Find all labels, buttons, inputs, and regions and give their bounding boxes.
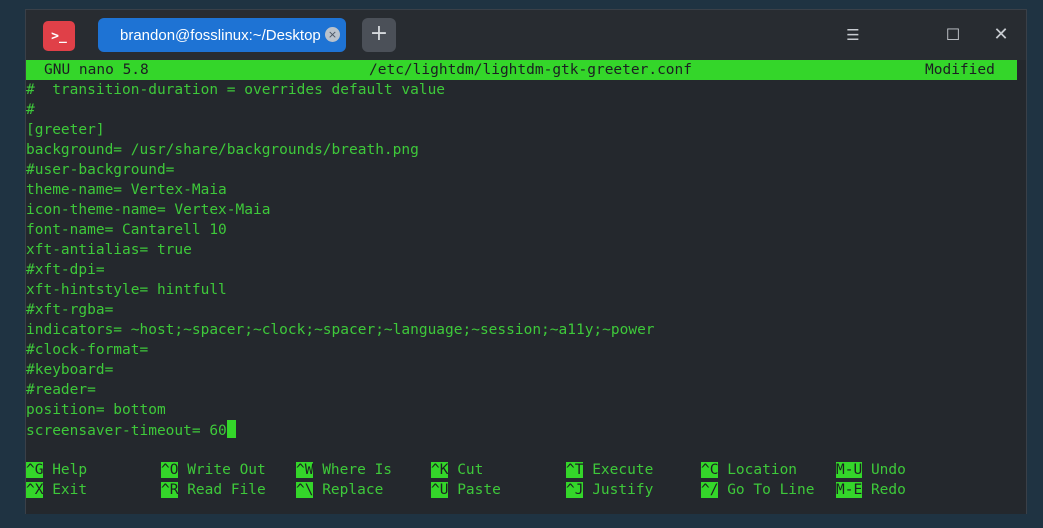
shortcut-label: Write Out	[187, 462, 266, 478]
shortcut-key: ^U	[431, 482, 449, 498]
terminal-app-icon[interactable]: >_	[43, 21, 75, 51]
shortcut-key: M-U	[836, 462, 863, 478]
shortcut-cut: ^K Cut	[431, 460, 483, 480]
shortcut-key: ^G	[26, 462, 44, 478]
shortcut-key: ^/	[701, 482, 719, 498]
tab-title: brandon@fosslinux:~/Desktop	[120, 26, 321, 44]
shortcut-key: ^W	[296, 462, 314, 478]
shortcut-label: Justify	[592, 482, 654, 498]
maximize-icon[interactable]: ☐	[941, 23, 965, 47]
editor-line[interactable]: #keyboard=	[26, 360, 113, 380]
shortcut-where-is: ^W Where Is	[296, 460, 392, 480]
editor-line[interactable]: # transition-duration = overrides defaul…	[26, 80, 445, 100]
shortcut-label: Redo	[870, 482, 906, 498]
editor-line[interactable]: font-name= Cantarell 10	[26, 220, 227, 240]
shortcut-key: ^C	[701, 462, 719, 478]
terminal-window: >_ brandon@fosslinux:~/Desktop × + ☰ ☐ ✕…	[25, 9, 1027, 514]
shortcut-key: ^X	[26, 482, 44, 498]
shortcut-key: ^J	[566, 482, 584, 498]
editor-line[interactable]: theme-name= Vertex-Maia	[26, 180, 227, 200]
shortcut-key: ^K	[431, 462, 449, 478]
editor-line[interactable]: #clock-format=	[26, 340, 148, 360]
shortcut-go-to-line: ^/ Go To Line	[701, 480, 815, 500]
shortcut-replace: ^\ Replace	[296, 480, 383, 500]
shortcut-location: ^C Location	[701, 460, 797, 480]
shortcut-key: ^T	[566, 462, 584, 478]
editor-line[interactable]: #	[26, 100, 35, 120]
editor-line-current[interactable]: screensaver-timeout= 60	[26, 420, 236, 440]
shortcut-label: Cut	[457, 462, 484, 478]
shortcut-key: ^\	[296, 482, 314, 498]
editor-line[interactable]: #xft-rgba=	[26, 300, 113, 320]
nano-filename: /etc/lightdm/lightdm-gtk-greeter.conf	[369, 62, 693, 78]
editor-line-text: screensaver-timeout= 60	[26, 423, 227, 439]
nano-status-bar: GNU nano 5.8 /etc/lightdm/lightdm-gtk-gr…	[26, 60, 1017, 80]
shortcut-label: Execute	[592, 462, 654, 478]
shortcut-read-file: ^R Read File	[161, 480, 266, 500]
shortcut-key: ^R	[161, 482, 179, 498]
text-cursor	[226, 420, 236, 438]
shortcut-label: Location	[727, 462, 798, 478]
shortcut-key: M-E	[836, 482, 863, 498]
editor-line[interactable]: xft-hintstyle= hintfull	[26, 280, 227, 300]
tab-close-icon[interactable]: ×	[325, 27, 340, 42]
shortcut-label: Help	[52, 462, 88, 478]
nano-version: GNU nano 5.8	[44, 62, 149, 78]
editor-line[interactable]: icon-theme-name= Vertex-Maia	[26, 200, 270, 220]
shortcut-key: ^O	[161, 462, 179, 478]
editor-line[interactable]: background= /usr/share/backgrounds/breat…	[26, 140, 419, 160]
editor-line[interactable]: #user-background=	[26, 160, 174, 180]
close-icon[interactable]: ✕	[989, 23, 1013, 47]
new-tab-button[interactable]: +	[362, 18, 396, 52]
editor-line[interactable]: xft-antialias= true	[26, 240, 192, 260]
shortcut-label: Paste	[457, 482, 501, 498]
shortcut-label: Go To Line	[727, 482, 815, 498]
shortcut-redo: M-E Redo	[836, 480, 906, 500]
shortcut-undo: M-U Undo	[836, 460, 906, 480]
shortcut-write-out: ^O Write Out	[161, 460, 266, 480]
terminal-body[interactable]: GNU nano 5.8 /etc/lightdm/lightdm-gtk-gr…	[26, 60, 1026, 514]
editor-line[interactable]: position= bottom	[26, 400, 166, 420]
shortcut-label: Where Is	[322, 462, 393, 478]
tab-desktop[interactable]: brandon@fosslinux:~/Desktop ×	[98, 18, 346, 52]
titlebar: >_ brandon@fosslinux:~/Desktop × + ☰ ☐ ✕	[26, 10, 1026, 60]
shortcut-help: ^G Help	[26, 460, 87, 480]
shortcut-justify: ^J Justify	[566, 480, 653, 500]
shortcut-label: Read File	[187, 482, 266, 498]
shortcut-exit: ^X Exit	[26, 480, 87, 500]
editor-line[interactable]: #reader=	[26, 380, 96, 400]
nano-modified-state: Modified	[925, 62, 995, 78]
shortcut-label: Replace	[322, 482, 384, 498]
menu-icon[interactable]: ☰	[841, 23, 865, 47]
shortcut-paste: ^U Paste	[431, 480, 501, 500]
shortcut-label: Exit	[52, 482, 88, 498]
editor-line[interactable]: #xft-dpi=	[26, 260, 105, 280]
editor-line[interactable]: indicators= ~host;~spacer;~clock;~spacer…	[26, 320, 655, 340]
shortcut-label: Undo	[870, 462, 906, 478]
editor-line[interactable]: [greeter]	[26, 120, 105, 140]
shortcut-execute: ^T Execute	[566, 460, 653, 480]
